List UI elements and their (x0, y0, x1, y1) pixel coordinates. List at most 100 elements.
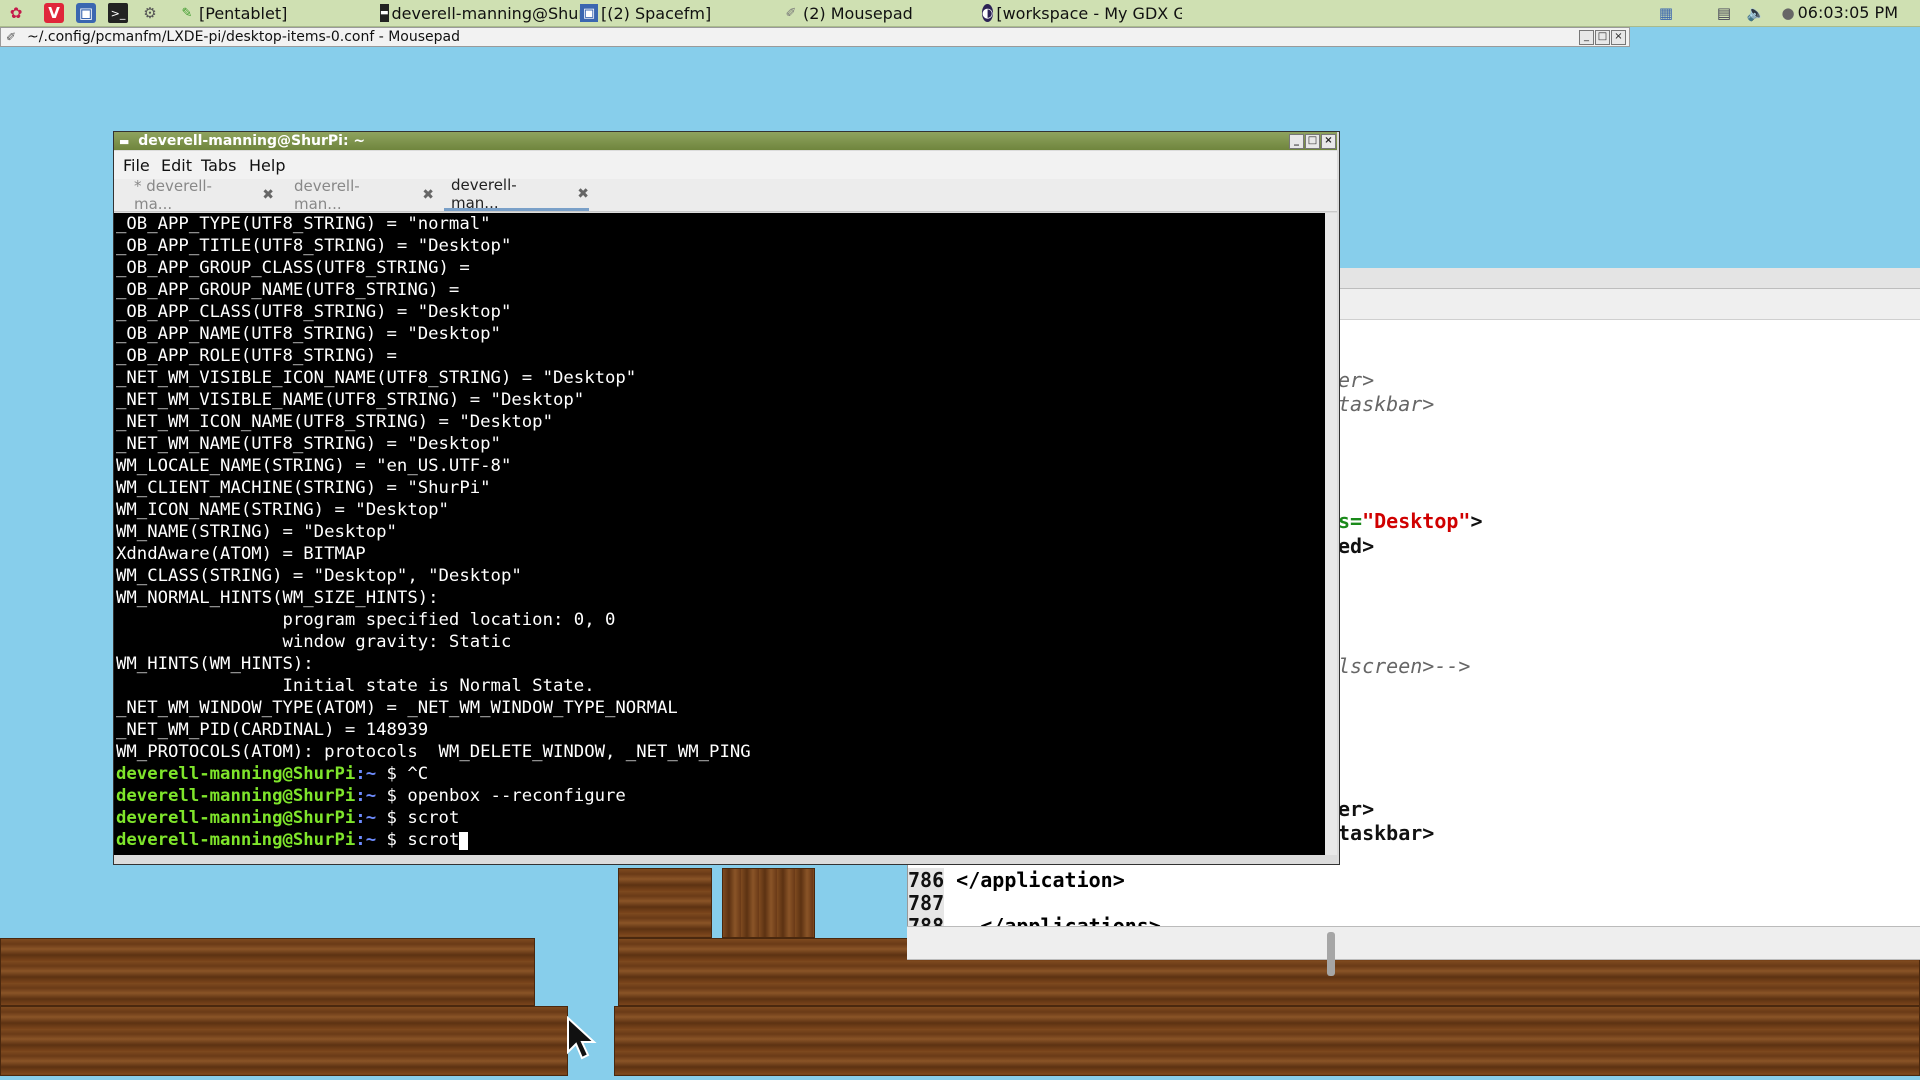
task-terminal[interactable]: ▬ deverell-manning@Shur... (380, 1, 580, 25)
output-line: _OB_APP_TITLE(UTF8_STRING) = "Desktop" (116, 236, 512, 256)
line-number: 787 (908, 891, 945, 915)
tab-3-active[interactable]: deverell-man... ✖ (444, 175, 589, 212)
output-line: WM_NORMAL_HINTS(WM_SIZE_HINTS): (116, 588, 439, 608)
terminal-window: ▬ deverell-manning@ShurPi: ~ _ □ × File … (113, 131, 1340, 976)
code-fragment: lscreen>--> (1338, 654, 1471, 678)
output-line: _NET_WM_WINDOW_TYPE(ATOM) = _NET_WM_WIND… (116, 698, 678, 718)
wood-crate (722, 868, 815, 938)
close-tab-icon[interactable]: ✖ (422, 187, 434, 203)
eclipse-icon: ◐ (982, 4, 994, 22)
editor-titlebar (1340, 268, 1920, 289)
code-line: 787 (908, 891, 956, 915)
terminal-icon: ▬ (380, 4, 389, 22)
prompt-symbol: $ (386, 786, 397, 806)
code-line: 786 </application> (908, 868, 1125, 892)
tab-2[interactable]: deverell-man... ✖ (294, 177, 434, 213)
code-fragment: taskbar> (1338, 392, 1435, 416)
prompt-line: deverell-manning@ShurPi:~ $ scrot (116, 807, 459, 829)
code-text: </application> (956, 868, 1125, 892)
output-line: WM_CLIENT_MACHINE(STRING) = "ShurPi" (116, 478, 491, 498)
close-tab-icon[interactable]: ✖ (577, 186, 589, 202)
window-title: ~/.config/pcmanfm/LXDE-pi/desktop-items-… (27, 29, 460, 45)
settings-icon[interactable]: ⚙ (140, 3, 160, 23)
menu-edit[interactable]: Edit (161, 156, 192, 175)
text-editor-icon: ✐ (785, 5, 797, 21)
menu-file[interactable]: File (123, 156, 150, 175)
code-fragment: taskbar> (1338, 821, 1435, 845)
prompt-line: deverell-manning@ShurPi:~ $ ^C (116, 763, 428, 785)
task-mousepad[interactable]: ✐ (2) Mousepad (782, 1, 982, 25)
task-label: deverell-manning@Shur... (391, 3, 580, 23)
task-label: [workspace - My GDX G... (996, 3, 1182, 23)
output-line: _OB_APP_GROUP_CLASS(UTF8_STRING) = (116, 258, 470, 278)
output-line: WM_CLASS(STRING) = "Desktop", "Desktop" (116, 566, 522, 586)
raspberry-menu-icon[interactable]: ✿ (6, 3, 26, 23)
prompt-path: :~ (355, 808, 377, 828)
output-line: _OB_APP_NAME(UTF8_STRING) = "Desktop" (116, 324, 501, 344)
volume-icon[interactable]: 🔈 (1746, 3, 1766, 23)
maximize-button[interactable]: □ (1595, 30, 1610, 45)
output-line: XdndAware(ATOM) = BITMAP (116, 544, 366, 564)
close-button[interactable]: × (1611, 30, 1626, 45)
close-tab-icon[interactable]: ✖ (262, 187, 274, 203)
scrollbar-thumb[interactable] (1327, 932, 1335, 976)
code-fragment: s="Desktop"> (1338, 509, 1483, 533)
output-line: _NET_WM_NAME(UTF8_STRING) = "Desktop" (116, 434, 501, 454)
task-eclipse[interactable]: ◐ [workspace - My GDX G... (982, 1, 1182, 25)
maximize-button[interactable]: □ (1305, 134, 1320, 149)
close-button[interactable]: × (1321, 134, 1336, 149)
clock[interactable]: 06:03:05 PM (1798, 3, 1898, 22)
prompt-line-current: deverell-manning@ShurPi:~ $ scrot (116, 829, 469, 851)
terminal-titlebar[interactable]: ▬ deverell-manning@ShurPi: ~ _ □ × (114, 132, 1337, 150)
editor-toolbar (1340, 289, 1920, 320)
task-label: (2) Mousepad (803, 3, 913, 23)
ground-block (0, 938, 535, 1006)
text-cursor (459, 832, 469, 850)
command-text: scrot (407, 830, 460, 850)
minimize-button[interactable]: _ (1579, 30, 1594, 45)
tab-1[interactable]: * deverell-ma... ✖ (134, 177, 274, 213)
output-line: _NET_WM_PID(CARDINAL) = 148939 (116, 720, 429, 740)
terminal-output[interactable]: _OB_APP_TYPE(UTF8_STRING) = "normal" _OB… (114, 213, 1325, 855)
ground-block (0, 1006, 568, 1076)
tab-label: deverell-man... (451, 175, 517, 212)
menu-bar: File Edit Tabs Help (114, 151, 1337, 179)
pentablet-icon: ✎ (181, 5, 193, 21)
prompt-path: :~ (355, 786, 377, 806)
wood-crate (618, 868, 712, 938)
line-number: 786 (908, 868, 945, 892)
code-text: </applications> (956, 914, 1161, 926)
output-line: WM_NAME(STRING) = "Desktop" (116, 522, 397, 542)
file-manager-icon[interactable]: ▣ (76, 3, 96, 23)
task-pentablet[interactable]: ✎ [Pentablet] (178, 1, 378, 25)
editor-statusbar (907, 926, 1920, 960)
mousepad-titlebar[interactable]: ✐ ~/.config/pcmanfm/LXDE-pi/desktop-item… (0, 27, 1630, 47)
prompt-line: deverell-manning@ShurPi:~ $ openbox --re… (116, 785, 626, 807)
mouse-pointer-icon (567, 1016, 597, 1060)
terminal-icon[interactable]: >_ (108, 3, 128, 23)
code-fragment: er> (1338, 368, 1375, 392)
scrollbar[interactable] (1325, 213, 1337, 855)
network-icon[interactable]: ▤ (1714, 3, 1734, 23)
line-number: 788 (908, 914, 945, 926)
editor-window-background (1340, 268, 1920, 958)
minimize-button[interactable]: _ (1289, 134, 1304, 149)
vivaldi-icon[interactable]: V (44, 3, 64, 23)
tab-bar: * deverell-ma... ✖ deverell-man... ✖ dever… (114, 175, 1337, 213)
window-title: deverell-manning@ShurPi: ~ (138, 133, 366, 149)
output-line: WM_HINTS(WM_HINTS): (116, 654, 314, 674)
code-fragment: er> (1338, 797, 1375, 821)
menu-help[interactable]: Help (249, 156, 285, 175)
taskbar: ✿ V ▣ >_ ⚙ ✎ [Pentablet] ▬ deverell-mannin… (0, 0, 1920, 27)
prompt-user: deverell-manning@ShurPi (116, 764, 356, 784)
text-editor-icon: ✐ (6, 30, 17, 44)
terminal-icon: ▬ (119, 135, 130, 148)
microphone-icon[interactable]: ● (1778, 3, 1798, 23)
prompt-path: :~ (355, 830, 377, 850)
menu-tabs[interactable]: Tabs (201, 156, 236, 175)
code-string: "Desktop" (1362, 509, 1471, 533)
workspace-switcher-icon[interactable]: ▦ (1656, 3, 1676, 23)
code-fragment: ed> (1338, 534, 1375, 558)
task-spacefm[interactable]: ▣ [(2) Spacefm] (580, 1, 780, 25)
output-line: _NET_WM_VISIBLE_NAME(UTF8_STRING) = "Des… (116, 390, 585, 410)
